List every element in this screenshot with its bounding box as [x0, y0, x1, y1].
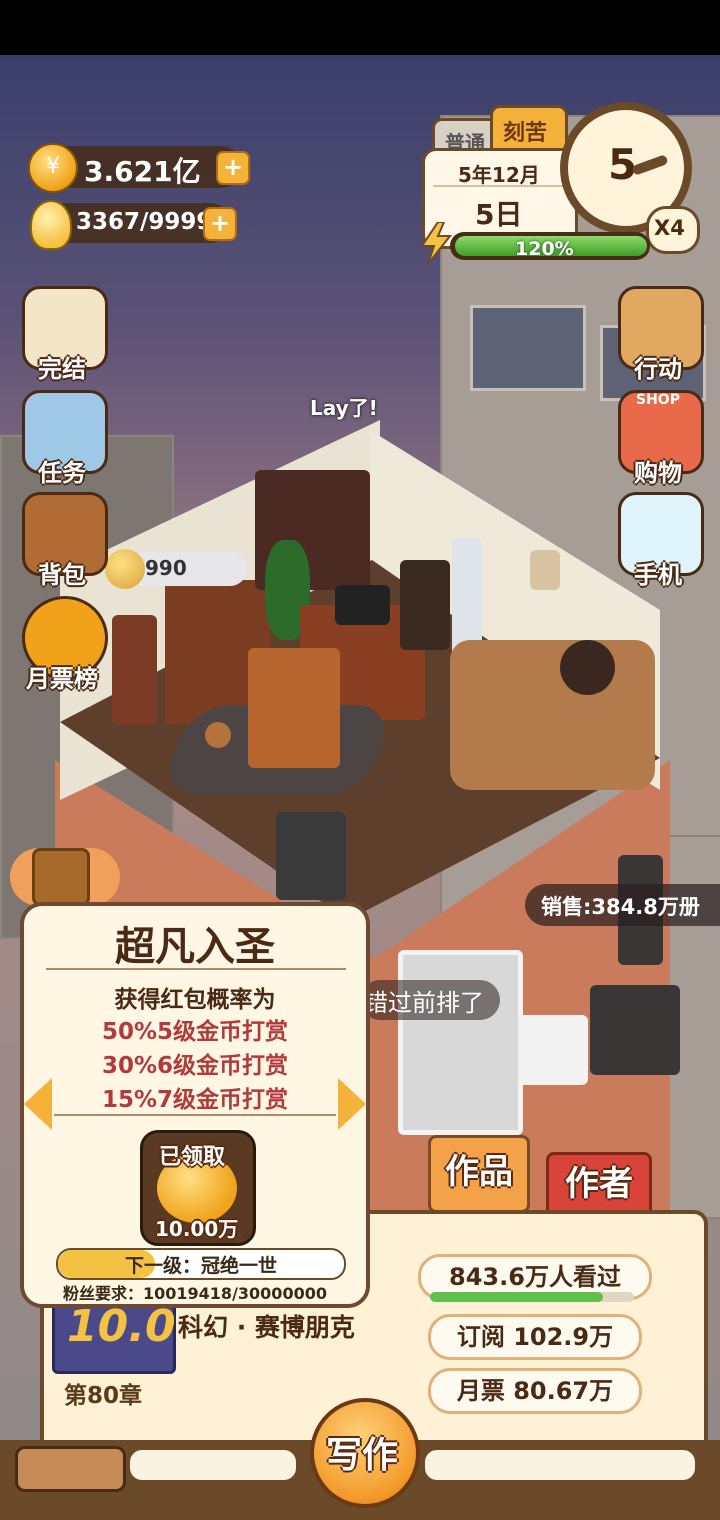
danmaku-text: 错过前排了	[364, 989, 484, 1017]
monthly-ticket-rank-button[interactable]: 月票榜	[16, 596, 108, 693]
inspiration-amount: 3367/9999	[76, 209, 213, 235]
danmaku-comment: 错过前排了	[360, 980, 500, 1020]
odds-line: 50%5级金币打赏	[101, 1019, 289, 1045]
divider	[46, 968, 346, 970]
backpack-button[interactable]: 背包	[16, 492, 108, 589]
phone-label: 手机	[634, 561, 682, 589]
wall-poster	[530, 550, 560, 590]
next-level-label: 下一级：冠绝一世	[124, 1255, 277, 1277]
lightning-icon[interactable]	[418, 221, 454, 265]
sales-label: 销售:384.8万册	[541, 895, 700, 919]
subscriptions-label: 订阅 102.9万	[456, 1323, 614, 1351]
speech-bubble: Lay了!	[310, 396, 378, 420]
progress-slot	[15, 1446, 126, 1492]
speed-label: X4	[654, 216, 685, 240]
views-label: 843.6万人看过	[449, 1263, 621, 1291]
add-coins-button[interactable]: +	[216, 151, 250, 185]
office-chair[interactable]	[400, 560, 450, 650]
date-day: 5日	[475, 198, 523, 231]
tab-works[interactable]: 作品	[428, 1135, 530, 1213]
finish-label: 完结	[38, 355, 86, 383]
level-popup: 超凡入圣 获得红包概率为 50%5级金币打赏 30%6级金币打赏 15%7级金币…	[20, 902, 370, 1308]
window-frame	[398, 950, 523, 1135]
billboard	[590, 985, 680, 1075]
tab-diligent-label: 刻苦	[503, 121, 548, 146]
views-progress	[430, 1292, 634, 1302]
next-level-arrow[interactable]	[338, 1078, 366, 1130]
reward-amount: 10.00万	[155, 1217, 239, 1241]
popup-title: 超凡入圣	[115, 924, 275, 970]
subscriptions-pill: 订阅 102.9万	[428, 1314, 642, 1360]
coin-amount: 3.621亿	[84, 155, 201, 188]
bed[interactable]	[450, 640, 655, 790]
progress-slot	[130, 1450, 296, 1480]
popup-desc: 获得红包概率为	[114, 987, 276, 1013]
wall-tv	[276, 812, 346, 900]
speed-button[interactable]: X4	[646, 206, 700, 254]
treasure-chest-button[interactable]	[10, 848, 120, 906]
date-month: 5年12月	[458, 163, 540, 187]
chapter-label: 第80章	[64, 1383, 143, 1409]
odds-line: 15%7级金币打赏	[101, 1087, 289, 1113]
divider	[433, 185, 567, 187]
genre-label: 科幻 · 赛博朋克	[178, 1313, 355, 1342]
reward-card[interactable]: 已领取 10.00万	[140, 1130, 256, 1246]
previous-level-arrow[interactable]	[24, 1078, 52, 1130]
clock-value: 5	[608, 140, 638, 189]
sleeping-character[interactable]	[560, 640, 615, 695]
air-conditioner	[518, 1015, 588, 1085]
coin-icon	[105, 549, 145, 589]
tasks-button[interactable]: 任务	[16, 390, 108, 487]
tab-author[interactable]: 作者	[546, 1152, 652, 1218]
progress-slot	[425, 1450, 695, 1480]
odds-line: 30%6级金币打赏	[101, 1053, 289, 1079]
shop-button[interactable]: SHOP 购物	[612, 390, 704, 487]
coin-bubble[interactable]: 990	[105, 549, 247, 589]
book-rating: 10.0	[67, 1301, 176, 1352]
write-button-label: 写作	[326, 1435, 399, 1476]
add-inspiration-button[interactable]: +	[203, 207, 237, 241]
coin-icon: ¥	[28, 143, 78, 193]
shop-sign: SHOP	[636, 392, 680, 408]
backpack-label: 背包	[38, 561, 86, 589]
treasure-chest-icon	[32, 848, 90, 906]
finish-button[interactable]: 完结	[16, 286, 108, 383]
status-bar	[0, 0, 720, 55]
next-level-bar: 下一级：冠绝一世	[56, 1248, 346, 1280]
dog-house[interactable]	[248, 648, 340, 768]
computer-monitor[interactable]	[335, 585, 390, 625]
action-label: 行动	[634, 355, 682, 383]
views-progress-fill	[430, 1292, 604, 1302]
energy-percent: 120%	[515, 238, 574, 260]
monthly-tickets-label: 月票 80.67万	[456, 1377, 614, 1405]
sales-badge: 销售:384.8万册	[525, 884, 720, 926]
monthly-ticket-rank-label: 月票榜	[26, 665, 98, 693]
monthly-tickets-pill: 月票 80.67万	[428, 1368, 642, 1414]
claimed-label: 已领取	[159, 1145, 226, 1170]
action-button[interactable]: 行动	[612, 286, 704, 383]
tasks-label: 任务	[38, 459, 86, 487]
dog[interactable]	[205, 722, 231, 748]
divider	[54, 1114, 336, 1116]
coin-bubble-value: 990	[145, 556, 187, 580]
shop-label: 购物	[634, 459, 682, 487]
door[interactable]	[112, 615, 157, 725]
phone-button[interactable]: 手机	[612, 492, 704, 589]
fans-requirement: 粉丝要求：10019418/30000000	[63, 1284, 327, 1303]
write-button[interactable]: 写作	[310, 1398, 420, 1508]
lightbulb-icon	[30, 200, 72, 250]
building-window	[470, 305, 586, 391]
